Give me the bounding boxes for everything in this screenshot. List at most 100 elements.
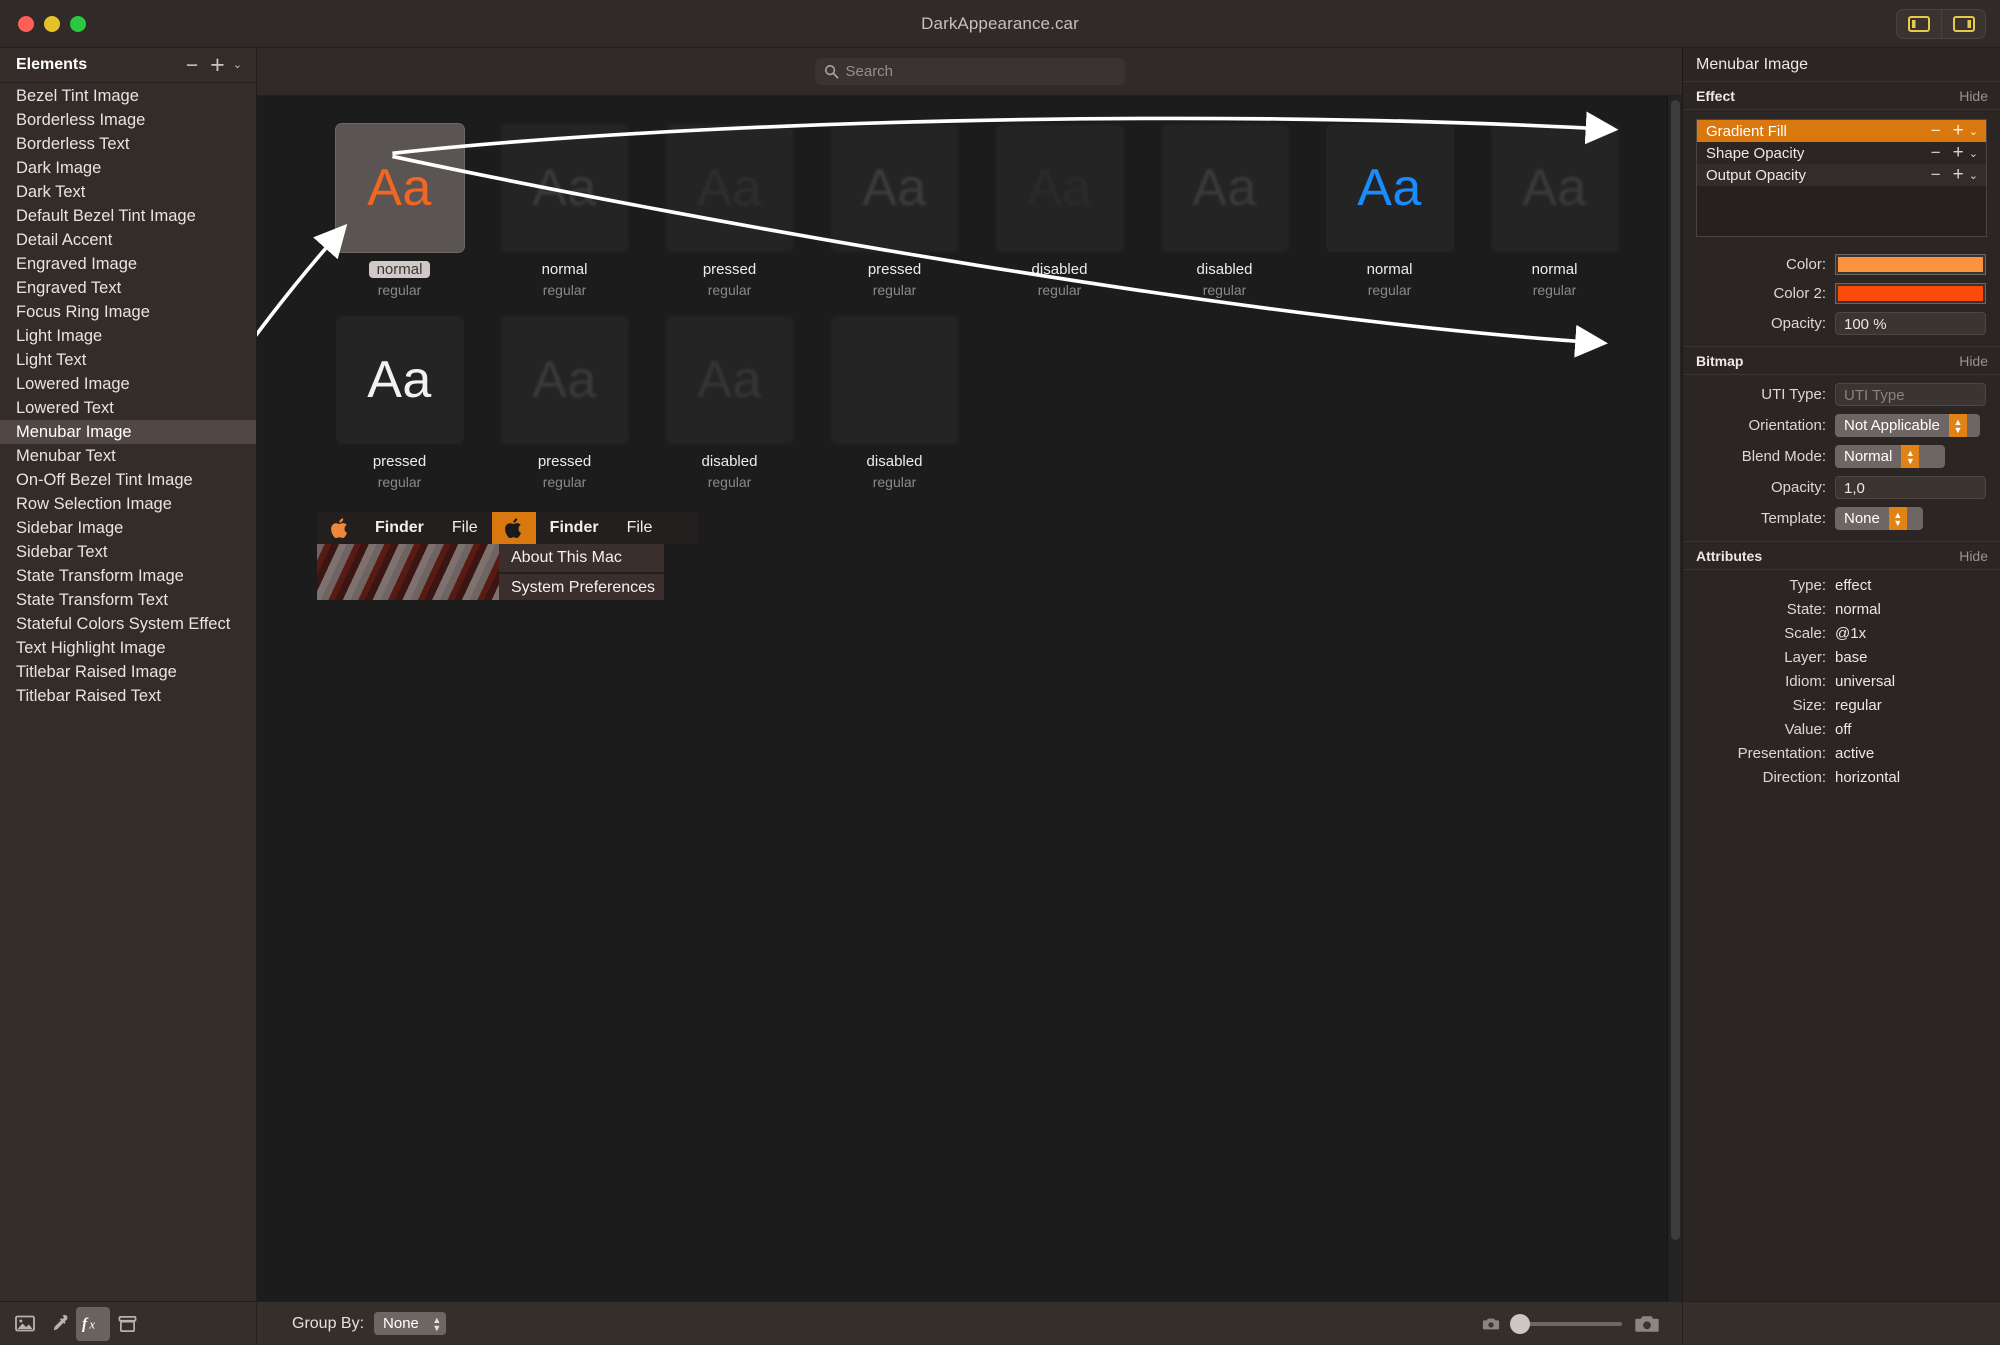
sidebar-item-stateful-colors-system-effect[interactable]: Stateful Colors System Effect bbox=[0, 612, 256, 636]
canvas-scrollbar-thumb[interactable] bbox=[1671, 100, 1680, 1240]
popup-select[interactable]: Not Applicable ▲ ▼ bbox=[1835, 414, 1980, 437]
sidebar-item-engraved-text[interactable]: Engraved Text bbox=[0, 276, 256, 300]
effect-add-icon[interactable]: + bbox=[1953, 120, 1964, 142]
thumbnail-preview[interactable]: Aa bbox=[335, 124, 464, 252]
menubar-item-finder-left[interactable]: Finder bbox=[361, 519, 438, 537]
thumbnail-cell[interactable]: Aa disabled regular bbox=[647, 316, 812, 490]
effect-add-icon[interactable]: + bbox=[1953, 142, 1964, 164]
text-field[interactable]: 100 % bbox=[1835, 312, 1986, 335]
toggle-left-panel-button[interactable] bbox=[1897, 10, 1941, 38]
bitmap-hide-button[interactable]: Hide bbox=[1959, 353, 1988, 369]
sidebar-item-on-off-bezel-tint-image[interactable]: On-Off Bezel Tint Image bbox=[0, 468, 256, 492]
zoom-slider-knob[interactable] bbox=[1510, 1313, 1530, 1334]
chevron-down-icon[interactable]: ⌄ bbox=[233, 59, 242, 71]
apple-menu-right[interactable] bbox=[491, 512, 536, 544]
menubar-item-file-right[interactable]: File bbox=[613, 519, 667, 537]
elements-list[interactable]: Bezel Tint Image Borderless Image Borderle… bbox=[0, 83, 256, 1301]
canvas-scrollbar[interactable] bbox=[1667, 96, 1682, 1301]
text-field[interactable]: 1,0 bbox=[1835, 476, 1986, 499]
sidebar-item-focus-ring-image[interactable]: Focus Ring Image bbox=[0, 300, 256, 324]
sidebar-item-light-image[interactable]: Light Image bbox=[0, 324, 256, 348]
popup-select[interactable]: Normal ▲ ▼ bbox=[1835, 445, 1945, 468]
sidebar-item-default-bezel-tint-image[interactable]: Default Bezel Tint Image bbox=[0, 204, 256, 228]
effect-layer-row[interactable]: Shape Opacity − + ⌄ bbox=[1697, 142, 1986, 164]
sidebar-item-text-highlight-image[interactable]: Text Highlight Image bbox=[0, 636, 256, 660]
chevron-down-icon[interactable]: ⌄ bbox=[1969, 125, 1978, 138]
thumbnail-preview[interactable]: Aa bbox=[335, 316, 464, 444]
add-element-icon[interactable]: + bbox=[210, 52, 225, 78]
color-swatch[interactable] bbox=[1835, 283, 1986, 304]
thumbnail-preview[interactable]: Aa bbox=[500, 316, 629, 444]
thumbnail-preview[interactable]: Aa bbox=[665, 316, 794, 444]
image-tool-button[interactable] bbox=[8, 1307, 42, 1341]
sidebar-item-dark-image[interactable]: Dark Image bbox=[0, 156, 256, 180]
thumbnail-cell[interactable]: Aa normal regular bbox=[317, 124, 482, 298]
menu-item-system-preferences[interactable]: System Preferences bbox=[499, 572, 664, 600]
thumbnail-preview[interactable]: Aa bbox=[830, 124, 959, 252]
sidebar-item-row-selection-image[interactable]: Row Selection Image bbox=[0, 492, 256, 516]
effect-remove-icon[interactable]: − bbox=[1931, 165, 1941, 185]
thumbnail-preview[interactable]: Aa bbox=[995, 124, 1124, 252]
sidebar-item-state-transform-text[interactable]: State Transform Text bbox=[0, 588, 256, 612]
sidebar-item-dark-text[interactable]: Dark Text bbox=[0, 180, 256, 204]
sidebar-item-titlebar-raised-text[interactable]: Titlebar Raised Text bbox=[0, 684, 256, 708]
chevron-down-icon[interactable]: ⌄ bbox=[1969, 147, 1978, 160]
sidebar-item-borderless-text[interactable]: Borderless Text bbox=[0, 132, 256, 156]
sidebar-item-sidebar-image[interactable]: Sidebar Image bbox=[0, 516, 256, 540]
effect-add-icon[interactable]: + bbox=[1953, 164, 1964, 186]
zoom-slider[interactable] bbox=[1510, 1313, 1622, 1334]
bitmap-section-header: Bitmap Hide bbox=[1683, 347, 2000, 375]
sidebar-item-menubar-text[interactable]: Menubar Text bbox=[0, 444, 256, 468]
color-swatch[interactable] bbox=[1835, 254, 1986, 275]
effect-remove-icon[interactable]: − bbox=[1931, 121, 1941, 141]
toggle-right-panel-button[interactable] bbox=[1941, 10, 1985, 38]
sidebar-item-borderless-image[interactable]: Borderless Image bbox=[0, 108, 256, 132]
apple-menu-left[interactable] bbox=[317, 518, 361, 538]
archive-tool-button[interactable] bbox=[110, 1307, 144, 1341]
thumbnail-cell[interactable]: Aa normal regular bbox=[482, 124, 647, 298]
sidebar-item-state-transform-image[interactable]: State Transform Image bbox=[0, 564, 256, 588]
sidebar-item-engraved-image[interactable]: Engraved Image bbox=[0, 252, 256, 276]
fx-tool-button[interactable]: f x bbox=[76, 1306, 110, 1341]
thumbnail-preview[interactable]: Aa bbox=[500, 124, 629, 252]
thumbnail-preview[interactable]: Aa bbox=[830, 316, 959, 444]
thumbnail-cell[interactable]: Aa disabled regular bbox=[1142, 124, 1307, 298]
chevron-down-icon[interactable]: ⌄ bbox=[1969, 169, 1978, 182]
effect-remove-icon[interactable]: − bbox=[1931, 143, 1941, 163]
thumbnail-preview[interactable]: Aa bbox=[665, 124, 794, 252]
text-field[interactable]: UTI Type bbox=[1835, 383, 1986, 406]
thumbnail-cell[interactable]: Aa pressed regular bbox=[317, 316, 482, 490]
effect-layer-list[interactable]: Gradient Fill − + ⌄ Shape Opacity − + ⌄ Output O… bbox=[1696, 119, 1987, 237]
sidebar-item-menubar-image[interactable]: Menubar Image bbox=[0, 420, 256, 444]
menubar-item-finder-right[interactable]: Finder bbox=[536, 519, 613, 537]
thumbnail-cell[interactable]: Aa pressed regular bbox=[482, 316, 647, 490]
sidebar-item-bezel-tint-image[interactable]: Bezel Tint Image bbox=[0, 84, 256, 108]
thumbnail-preview[interactable]: Aa bbox=[1325, 124, 1454, 252]
sidebar-item-detail-accent[interactable]: Detail Accent bbox=[0, 228, 256, 252]
thumbnail-preview[interactable]: Aa bbox=[1160, 124, 1289, 252]
thumbnail-cell[interactable]: Aa disabled regular bbox=[812, 316, 977, 490]
menubar-item-file-left[interactable]: File bbox=[438, 519, 492, 537]
attributes-hide-button[interactable]: Hide bbox=[1959, 548, 1988, 564]
search-field[interactable] bbox=[814, 58, 1125, 85]
search-input[interactable] bbox=[845, 63, 1116, 80]
sidebar-item-titlebar-raised-image[interactable]: Titlebar Raised Image bbox=[0, 660, 256, 684]
thumbnail-cell[interactable]: Aa disabled regular bbox=[977, 124, 1142, 298]
remove-element-icon[interactable]: − bbox=[186, 55, 198, 76]
thumbnail-cell[interactable]: Aa normal regular bbox=[1307, 124, 1472, 298]
sidebar-item-lowered-image[interactable]: Lowered Image bbox=[0, 372, 256, 396]
thumbnail-cell[interactable]: Aa pressed regular bbox=[812, 124, 977, 298]
sidebar-item-sidebar-text[interactable]: Sidebar Text bbox=[0, 540, 256, 564]
sidebar-item-lowered-text[interactable]: Lowered Text bbox=[0, 396, 256, 420]
effect-layer-row[interactable]: Gradient Fill − + ⌄ bbox=[1697, 120, 1986, 142]
effect-hide-button[interactable]: Hide bbox=[1959, 88, 1988, 104]
menu-item-about-this-mac[interactable]: About This Mac bbox=[499, 544, 664, 572]
thumbnail-preview[interactable]: Aa bbox=[1490, 124, 1619, 252]
thumbnail-cell[interactable]: Aa pressed regular bbox=[647, 124, 812, 298]
eyedropper-tool-button[interactable] bbox=[42, 1307, 76, 1341]
effect-layer-row[interactable]: Output Opacity − + ⌄ bbox=[1697, 164, 1986, 186]
popup-select[interactable]: None ▲ ▼ bbox=[1835, 507, 1923, 530]
sidebar-item-light-text[interactable]: Light Text bbox=[0, 348, 256, 372]
group-by-select[interactable]: None ▲ ▼ bbox=[374, 1312, 446, 1335]
thumbnail-cell[interactable]: Aa normal regular bbox=[1472, 124, 1637, 298]
